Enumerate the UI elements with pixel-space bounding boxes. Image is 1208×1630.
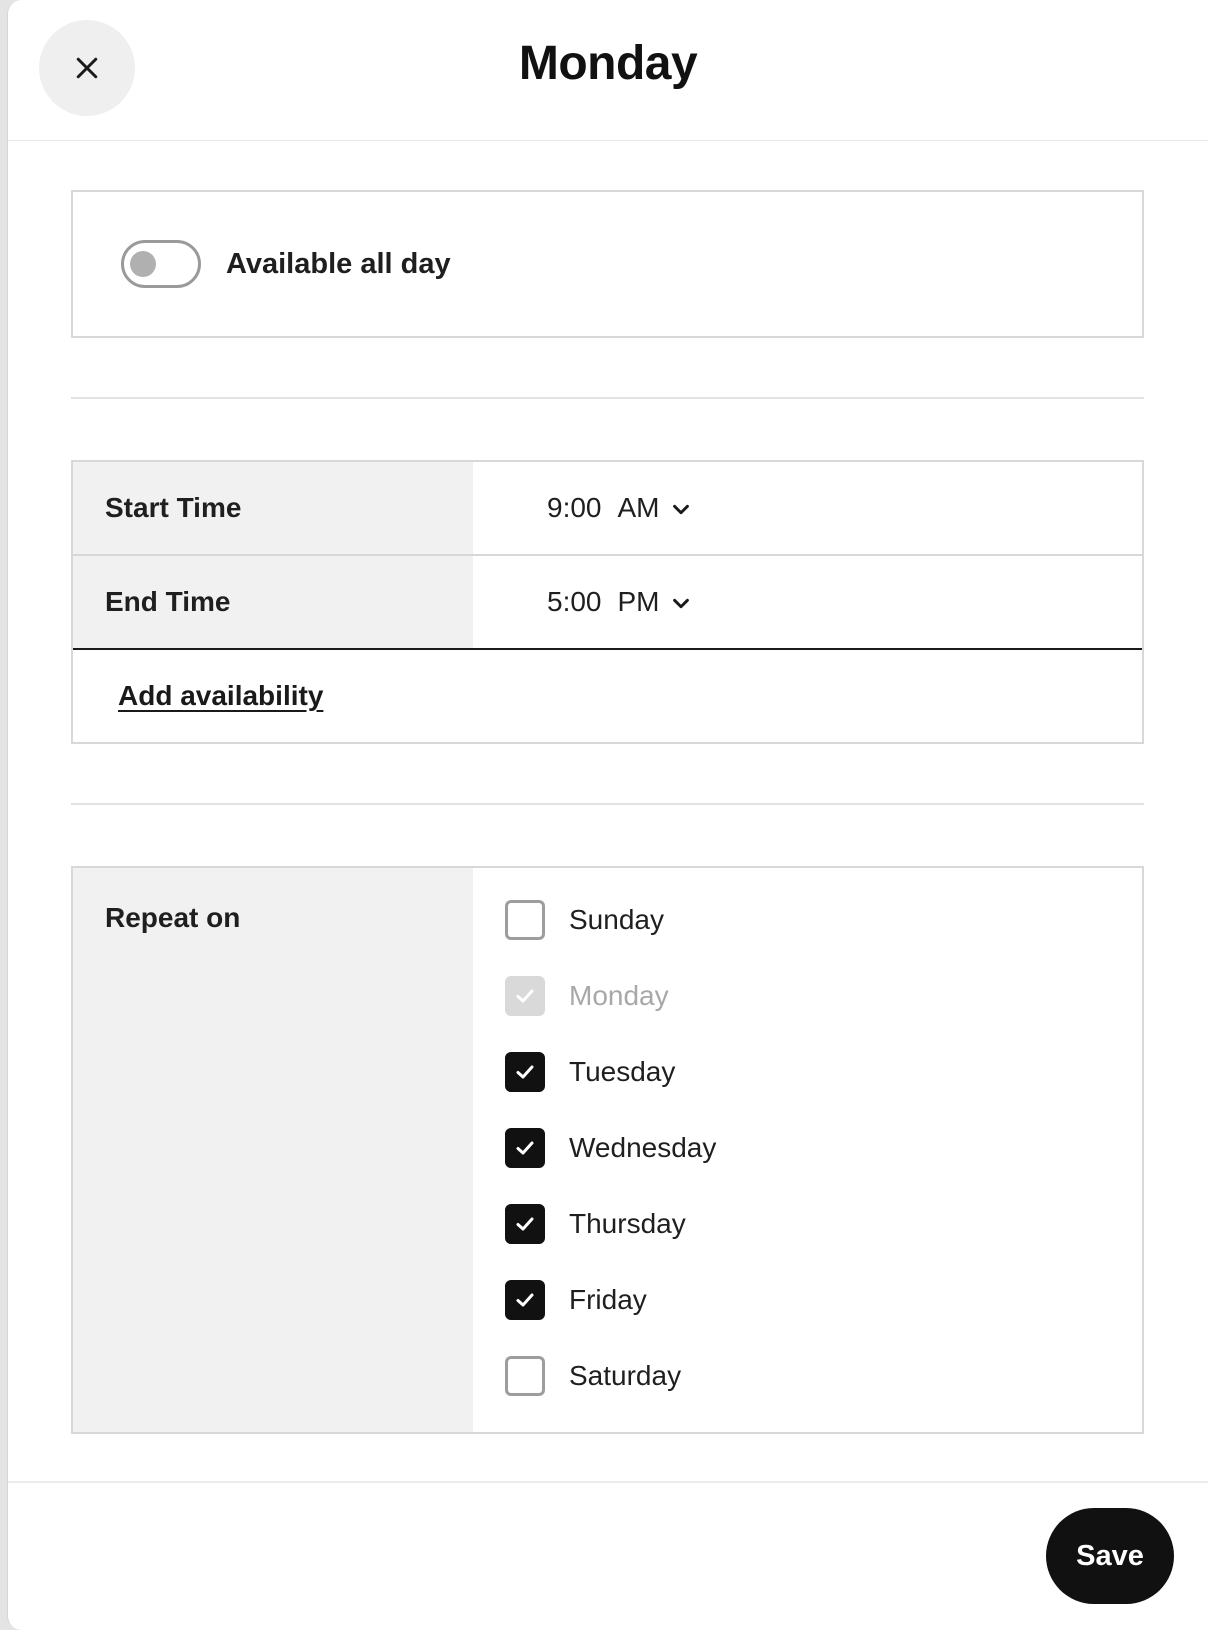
end-time-select[interactable]: 5:00 PM bbox=[473, 556, 1142, 648]
day-option-thursday[interactable]: Thursday bbox=[505, 1203, 686, 1245]
checkbox[interactable] bbox=[505, 900, 545, 940]
available-all-day-toggle[interactable] bbox=[121, 240, 201, 288]
footer-divider bbox=[8, 1481, 1208, 1483]
checkmark-icon bbox=[516, 1217, 534, 1231]
divider bbox=[71, 397, 1144, 399]
divider bbox=[71, 803, 1144, 805]
day-label: Saturday bbox=[569, 1360, 682, 1391]
day-label: Thursday bbox=[569, 1208, 686, 1239]
day-option-monday: Monday bbox=[505, 975, 669, 1017]
checkbox[interactable] bbox=[505, 1052, 545, 1092]
add-availability-link[interactable]: Add availability bbox=[118, 680, 323, 712]
days-list: Sunday Monday Tuesday Wednesday Thursday… bbox=[473, 868, 1142, 1432]
day-label: Friday bbox=[569, 1284, 647, 1315]
page-title: Monday bbox=[518, 37, 698, 90]
checkmark-icon bbox=[516, 989, 534, 1003]
time-range-section: Start Time 9:00 AM End Time 5:00 PM Add … bbox=[71, 460, 1144, 744]
start-time-label: Start Time bbox=[73, 462, 473, 554]
checkbox bbox=[505, 976, 545, 1016]
end-time-row: End Time 5:00 PM bbox=[73, 556, 1142, 650]
end-time-label: End Time bbox=[73, 556, 473, 648]
day-option-sunday[interactable]: Sunday bbox=[505, 899, 664, 941]
day-option-wednesday[interactable]: Wednesday bbox=[505, 1127, 716, 1169]
end-time-value: 5:00 bbox=[547, 586, 602, 617]
day-label: Sunday bbox=[569, 904, 664, 935]
checkbox[interactable] bbox=[505, 1356, 545, 1396]
start-time-ampm: AM bbox=[617, 492, 660, 523]
chevron-down-icon bbox=[672, 598, 689, 609]
day-label: Tuesday bbox=[569, 1056, 676, 1087]
checkmark-icon bbox=[516, 1065, 534, 1079]
checkmark-icon bbox=[516, 1141, 534, 1155]
toggle-knob bbox=[130, 251, 156, 277]
start-time-value: 9:00 bbox=[547, 492, 602, 523]
day-label: Monday bbox=[569, 980, 669, 1011]
available-all-day-section: Available all day bbox=[71, 190, 1144, 338]
repeat-section: Repeat on Sunday Monday Tuesday Wednesda… bbox=[71, 866, 1144, 1434]
chevron-down-icon bbox=[672, 504, 689, 515]
repeat-on-label: Repeat on bbox=[73, 868, 473, 1432]
start-time-select[interactable]: 9:00 AM bbox=[473, 462, 1142, 554]
day-label: Wednesday bbox=[569, 1132, 717, 1163]
checkbox[interactable] bbox=[505, 1280, 545, 1320]
modal-header: Monday bbox=[8, 0, 1208, 141]
availability-modal: Monday Available all day Start Time 9:00… bbox=[7, 0, 1208, 1630]
end-time-ampm: PM bbox=[617, 586, 660, 617]
save-button[interactable]: Save bbox=[1046, 1508, 1174, 1604]
checkbox[interactable] bbox=[505, 1128, 545, 1168]
checkmark-icon bbox=[516, 1293, 534, 1307]
start-time-row: Start Time 9:00 AM bbox=[73, 462, 1142, 556]
available-all-day-label: Available all day bbox=[226, 248, 451, 280]
day-option-friday[interactable]: Friday bbox=[505, 1279, 647, 1321]
checkbox[interactable] bbox=[505, 1204, 545, 1244]
day-option-tuesday[interactable]: Tuesday bbox=[505, 1051, 675, 1093]
day-option-saturday[interactable]: Saturday bbox=[505, 1355, 681, 1397]
